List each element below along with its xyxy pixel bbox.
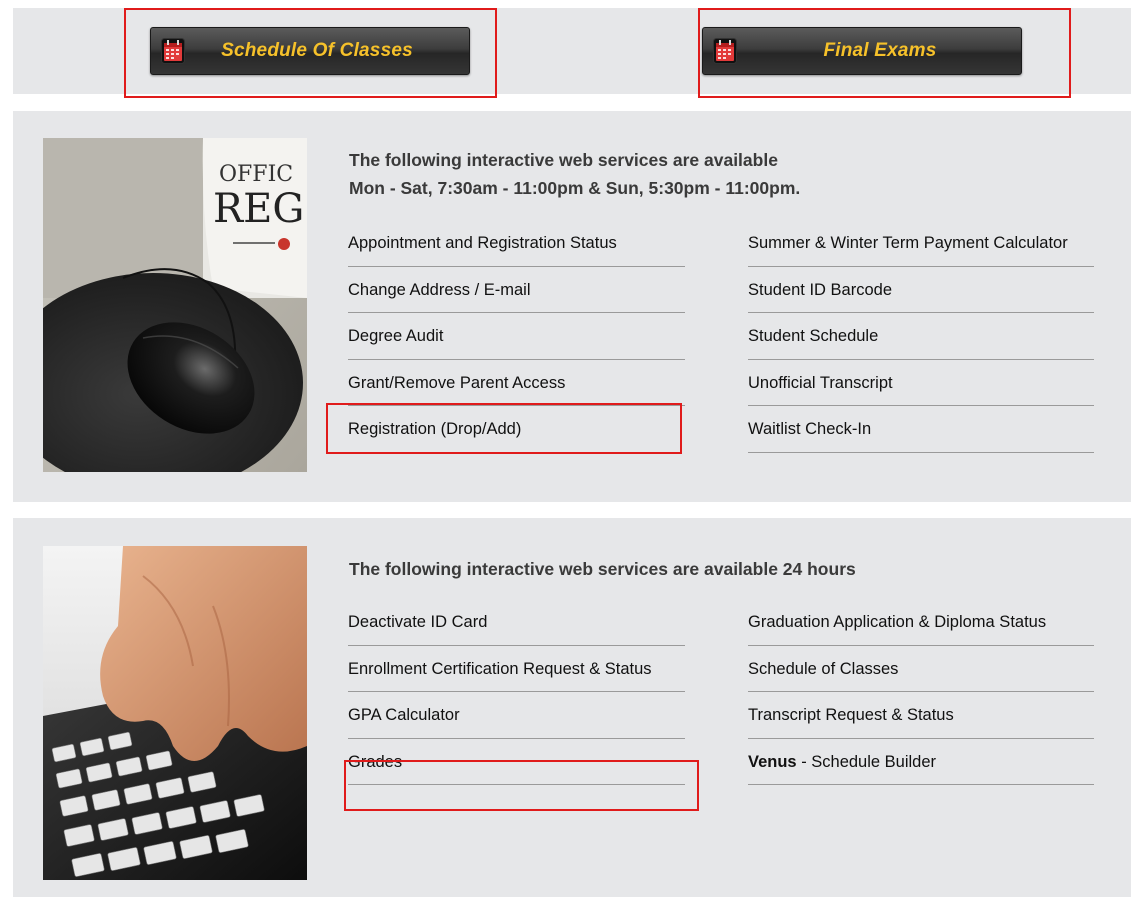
hours-services-right-list: Summer & Winter Term Payment Calculator … [748, 229, 1094, 462]
link-gpa-calculator[interactable]: GPA Calculator [348, 701, 685, 739]
mug-text: OFFIC [219, 162, 293, 187]
schedule-of-classes-button[interactable]: Schedule Of Classes [150, 27, 470, 75]
calendar-icon [161, 38, 185, 64]
venus-rest-text: - Schedule Builder [796, 752, 937, 771]
link-payment-calculator[interactable]: Summer & Winter Term Payment Calculator [748, 229, 1094, 267]
link-unofficial-transcript[interactable]: Unofficial Transcript [748, 369, 1094, 406]
heading-line: Mon - Sat, 7:30am - 11:00pm & Sun, 5:30p… [349, 178, 801, 198]
24h-services-right-list: Graduation Application & Diploma Status … [748, 608, 1094, 794]
link-appointment-registration-status[interactable]: Appointment and Registration Status [348, 229, 685, 267]
link-waitlist-check-in[interactable]: Waitlist Check-In [748, 415, 1094, 453]
link-student-id-barcode[interactable]: Student ID Barcode [748, 276, 1094, 313]
link-grades[interactable]: Grades [348, 748, 685, 785]
link-registration-drop-add[interactable]: Registration (Drop/Add) [348, 415, 685, 452]
link-degree-audit[interactable]: Degree Audit [348, 322, 685, 360]
final-exams-label: Final Exams [823, 40, 937, 61]
24h-services-left-list: Deactivate ID Card Enrollment Certificat… [348, 608, 685, 794]
office-mug-mouse-photo: OFFIC REG [43, 138, 307, 472]
calendar-icon [713, 38, 737, 64]
venus-bold-text: Venus [748, 752, 797, 771]
mug-text: REG [213, 186, 304, 232]
schedule-of-classes-label: Schedule Of Classes [221, 40, 413, 61]
link-student-schedule[interactable]: Student Schedule [748, 322, 1094, 360]
section-heading-hours: The following interactive web services a… [349, 146, 1029, 202]
final-exams-button[interactable]: Final Exams [702, 27, 1022, 75]
link-enrollment-certification[interactable]: Enrollment Certification Request & Statu… [348, 655, 685, 692]
link-change-address-email[interactable]: Change Address / E-mail [348, 276, 685, 313]
link-graduation-application[interactable]: Graduation Application & Diploma Status [748, 608, 1094, 646]
photo-illustration: OFFIC REG [43, 138, 307, 472]
link-grant-remove-parent-access[interactable]: Grant/Remove Parent Access [348, 369, 685, 406]
link-schedule-of-classes[interactable]: Schedule of Classes [748, 655, 1094, 692]
typing-keyboard-photo [43, 546, 307, 880]
heading-line: The following interactive web services a… [349, 150, 778, 170]
link-deactivate-id-card[interactable]: Deactivate ID Card [348, 608, 685, 646]
link-venus-schedule-builder[interactable]: Venus - Schedule Builder [748, 748, 1094, 785]
link-transcript-request[interactable]: Transcript Request & Status [748, 701, 1094, 739]
section-heading-24h: The following interactive web services a… [349, 559, 856, 579]
photo-illustration [43, 546, 307, 880]
hours-services-left-list: Appointment and Registration Status Chan… [348, 229, 685, 461]
